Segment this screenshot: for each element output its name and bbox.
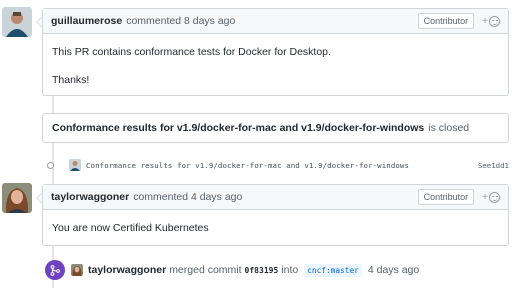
avatar-taylorwaggoner[interactable] [2, 183, 32, 213]
comment-2: taylorwaggoner commented 4 days ago Cont… [36, 184, 509, 246]
comment-text: Thanks! [52, 74, 90, 86]
closed-reference: Conformance results for v1.9/docker-for-… [42, 113, 509, 143]
avatar-guillaumerose[interactable] [2, 7, 32, 37]
comment-author[interactable]: taylorwaggoner [51, 191, 129, 203]
plus-icon: + [482, 191, 488, 203]
merge-into-label: into [281, 264, 299, 276]
comment-header: guillaumerose commented 8 days ago Contr… [36, 9, 508, 34]
commit-message[interactable]: Conformance results for v1.9/docker-for-… [86, 161, 409, 170]
target-branch[interactable]: cncf:master [304, 263, 362, 277]
comment-1: guillaumerose commented 8 days ago Contr… [36, 8, 509, 98]
merge-action: merged commit [169, 264, 242, 276]
merge-author[interactable]: taylorwaggoner [88, 264, 166, 276]
merge-event: taylorwaggoner merged commit 0f83195 int… [45, 259, 508, 281]
comment-body: You are now Certified Kubernetes [43, 210, 508, 246]
commit-icon [46, 161, 55, 170]
merge-author-avatar[interactable] [71, 264, 83, 276]
merge-commit-sha[interactable]: 0f83195 [245, 266, 279, 275]
commit-author-avatar[interactable] [69, 159, 81, 171]
comment-header: taylorwaggoner commented 4 days ago Cont… [36, 185, 508, 210]
comment-author[interactable]: guillaumerose [51, 15, 122, 27]
comment-text: This PR contains conformance tests for D… [52, 46, 331, 58]
closed-reference-state: is closed [428, 122, 470, 134]
closed-reference-title[interactable]: Conformance results for v1.9/docker-for-… [52, 122, 424, 134]
commit-sha[interactable]: See1dd1 [478, 161, 509, 170]
add-reaction-button[interactable]: + [482, 15, 500, 27]
git-merge-icon [45, 260, 65, 280]
plus-icon: + [482, 15, 488, 27]
commit-row: Conformance results for v1.9/docker-for-… [46, 157, 509, 173]
smiley-icon [489, 15, 500, 27]
contributor-badge: Contributor [417, 189, 475, 205]
comment-text: You are now Certified Kubernetes [52, 222, 209, 234]
comment-body: This PR contains conformance tests for D… [43, 34, 508, 98]
add-reaction-button[interactable]: + [482, 191, 500, 203]
comment-timestamp[interactable]: commented 8 days ago [126, 15, 235, 27]
smiley-icon [489, 191, 500, 203]
comment-timestamp[interactable]: commented 4 days ago [133, 191, 242, 203]
contributor-badge: Contributor [417, 13, 475, 29]
merge-timestamp[interactable]: 4 days ago [368, 264, 419, 276]
